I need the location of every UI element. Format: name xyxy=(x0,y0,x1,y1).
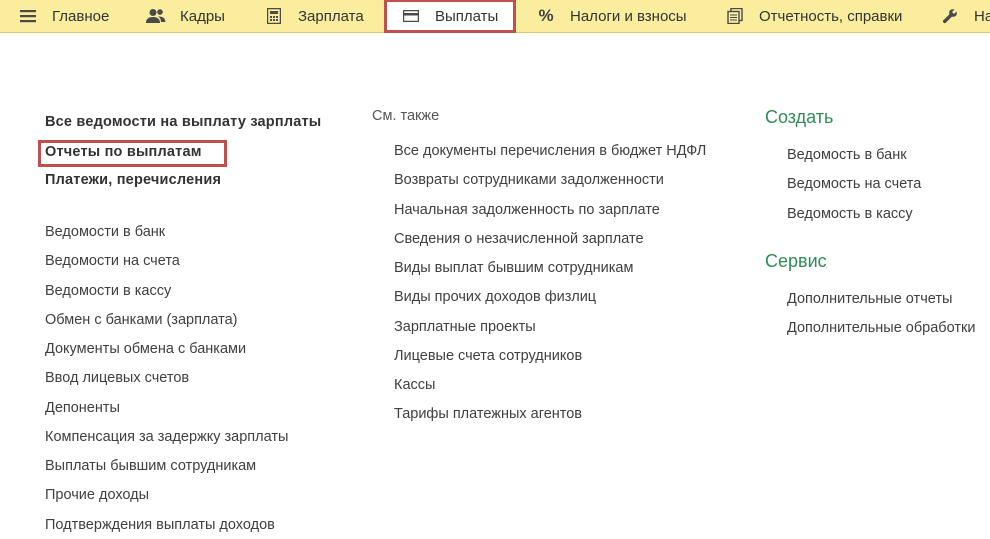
documents-icon xyxy=(725,6,745,26)
tab-label: Зарплата xyxy=(298,7,364,25)
link-prochie-dohody[interactable]: Прочие доходы xyxy=(45,487,149,503)
tab-label: Кадры xyxy=(180,7,225,25)
tab-glavnoe[interactable]: Главное xyxy=(18,0,109,32)
create-vedomost-v-bank[interactable]: Ведомость в банк xyxy=(787,147,907,163)
tab-label: Выплаты xyxy=(435,7,499,25)
tab-vyplaty[interactable]: Выплаты xyxy=(384,0,516,33)
tab-nalogi[interactable]: % Налоги и взносы xyxy=(536,0,687,32)
link-licevye-scheta[interactable]: Лицевые счета сотрудников xyxy=(394,348,582,364)
link-obmen-s-bankami[interactable]: Обмен с банками (зарплата) xyxy=(45,312,238,328)
hamburger-menu-icon xyxy=(18,6,38,26)
link-vvod-licevyh-schetov[interactable]: Ввод лицевых счетов xyxy=(45,370,189,386)
tab-kadry[interactable]: Кадры xyxy=(146,0,225,32)
link-zarplatnye-proekty[interactable]: Зарплатные проекты xyxy=(394,319,536,335)
link-podtverzhdeniya[interactable]: Подтверждения выплаты доходов xyxy=(45,517,275,533)
tab-label: Отчетность, справки xyxy=(759,7,903,25)
see-also-heading: См. также xyxy=(372,108,440,124)
wallet-card-icon xyxy=(401,6,421,26)
create-heading: Создать xyxy=(765,107,834,127)
link-dokumenty-obmena[interactable]: Документы обмена с банками xyxy=(45,341,246,357)
link-svedeniya[interactable]: Сведения о незачисленной зарплате xyxy=(394,231,644,247)
tab-otchetnost[interactable]: Отчетность, справки xyxy=(725,0,902,32)
link-platezhi[interactable]: Платежи, перечисления xyxy=(45,172,221,188)
service-heading: Сервис xyxy=(765,251,827,271)
tab-label: Главное xyxy=(52,7,110,25)
link-nachalnaya-zadolzhennost[interactable]: Начальная задолженность по зарплате xyxy=(394,202,660,218)
tab-label: На xyxy=(974,7,990,25)
calculator-icon xyxy=(264,6,284,26)
link-deponenty[interactable]: Депоненты xyxy=(45,400,120,416)
link-vidy-vyplat[interactable]: Виды выплат бывшим сотрудникам xyxy=(394,260,633,276)
people-icon xyxy=(146,6,166,26)
link-kompensaciya[interactable]: Компенсация за задержку зарплаты xyxy=(45,429,288,445)
tab-nastroyka[interactable]: На xyxy=(940,0,990,32)
link-kassy[interactable]: Кассы xyxy=(394,377,435,393)
main-menu-bar: Главное Кадры Зарплата Выплаты % Налоги … xyxy=(0,0,990,33)
tab-zarplata[interactable]: Зарплата xyxy=(264,0,364,32)
link-dopolnitelnye-obrabotki[interactable]: Дополнительные обработки xyxy=(787,320,975,336)
wrench-icon xyxy=(940,6,960,26)
tab-label: Налоги и взносы xyxy=(570,7,687,25)
link-vedomosti-v-kassu[interactable]: Ведомости в кассу xyxy=(45,283,171,299)
percent-icon: % xyxy=(538,6,554,25)
link-vedomosti-v-bank[interactable]: Ведомости в банк xyxy=(45,224,165,240)
link-vse-dokumenty-ndfl[interactable]: Все документы перечисления в бюджет НДФЛ xyxy=(394,143,706,159)
link-vyplaty-byvshim[interactable]: Выплаты бывшим сотрудникам xyxy=(45,458,256,474)
create-vedomost-v-kassu[interactable]: Ведомость в кассу xyxy=(787,206,913,222)
link-otchety-po-vyplatam[interactable]: Отчеты по выплатам xyxy=(45,144,202,160)
link-dopolnitelnye-otchety[interactable]: Дополнительные отчеты xyxy=(787,291,952,307)
link-all-vedomosti[interactable]: Все ведомости на выплату зарплаты xyxy=(45,114,321,130)
link-vidy-prochih-dohodov[interactable]: Виды прочих доходов физлиц xyxy=(394,289,596,305)
link-vozvraty[interactable]: Возвраты сотрудниками задолженности xyxy=(394,172,664,188)
link-tarify[interactable]: Тарифы платежных агентов xyxy=(394,406,582,422)
link-vedomosti-na-scheta[interactable]: Ведомости на счета xyxy=(45,253,180,269)
create-vedomost-na-scheta[interactable]: Ведомость на счета xyxy=(787,176,921,192)
